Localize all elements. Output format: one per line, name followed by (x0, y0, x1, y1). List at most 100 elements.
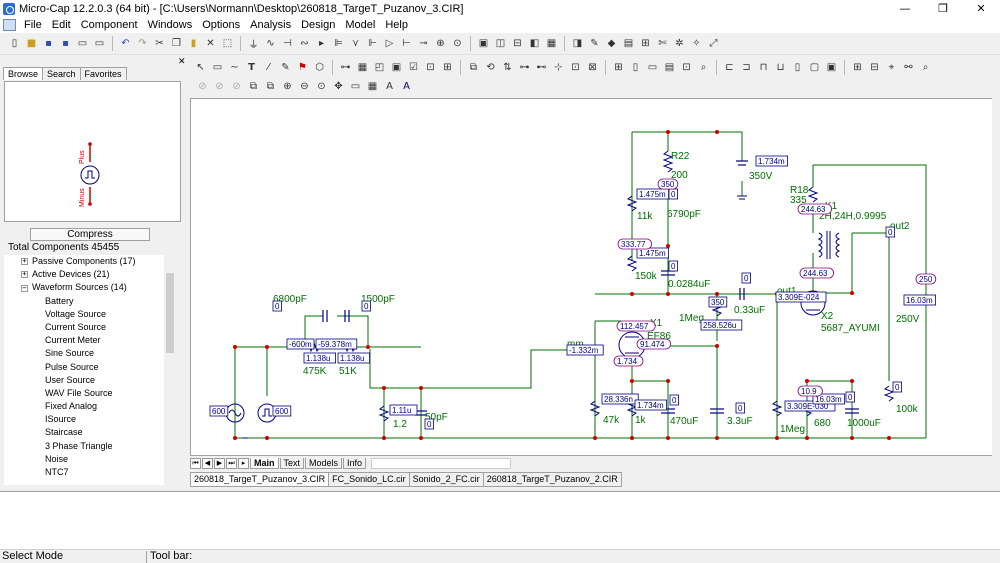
window-list-icon[interactable]: ▦ (545, 37, 559, 51)
component-editor-icon[interactable]: ✎ (588, 37, 602, 51)
collapse-icon[interactable]: − (21, 284, 28, 292)
page-icon[interactable]: ▯ (629, 60, 643, 74)
jfet-icon[interactable]: ⊢ (400, 37, 414, 51)
first-sheet-icon[interactable]: ⏮ (190, 457, 201, 469)
tree-item-current-meter[interactable]: Current Meter (4, 334, 176, 347)
align-left-icon[interactable]: ⊏ (723, 60, 737, 74)
binoculars-icon[interactable]: ⚯ (902, 60, 916, 74)
tree-item-user-source[interactable]: User Source (4, 374, 176, 387)
ungroup-icon[interactable]: ▣ (825, 60, 839, 74)
tab-browse[interactable]: Browse (3, 67, 44, 80)
component-mode-icon[interactable]: ▭ (211, 60, 225, 74)
tree-item-isource[interactable]: ISource (4, 413, 176, 426)
source-icon[interactable]: ⊕ (434, 37, 448, 51)
sheet-tab-models[interactable]: Models (305, 457, 343, 469)
font-icon[interactable]: A (383, 80, 397, 94)
pencil-icon[interactable]: ✎ (279, 60, 293, 74)
horizontal-scrollbar[interactable] (371, 457, 512, 469)
delete-icon[interactable]: ✕ (204, 37, 218, 51)
mosfet-icon[interactable]: ⊩ (366, 37, 380, 51)
schematic-drawing[interactable]: R22 200 350V R18 335 K1 2H,24H,0.9995 ou… (191, 99, 993, 456)
select-mode-icon[interactable]: ↖ (194, 60, 208, 74)
diode-icon[interactable]: ▸ (315, 37, 329, 51)
attribute-icon[interactable]: ⊡ (424, 60, 438, 74)
file-tab-fc-sonido-lc[interactable]: FC_Sonido_LC.cir (328, 472, 410, 487)
zoom-page-icon[interactable]: ⊡ (680, 60, 694, 74)
tree-item-waveform-sources[interactable]: − Waveform Sources (14) (4, 281, 176, 294)
tree-scrollbar[interactable] (164, 255, 176, 485)
tree-item-pulse-source[interactable]: Pulse Source (4, 361, 176, 374)
align-right-icon[interactable]: ⊐ (740, 60, 754, 74)
scrollbar-thumb[interactable] (166, 273, 174, 353)
add-sheet-icon[interactable]: ▸ (238, 457, 249, 469)
new-file-icon[interactable]: ▯ (8, 37, 22, 51)
tree-item-sine-source[interactable]: Sine Source (4, 347, 176, 360)
menu-component[interactable]: Component (76, 19, 143, 31)
info-icon[interactable]: ⊞ (851, 60, 865, 74)
tree-item-noise[interactable]: Noise (4, 453, 176, 466)
pan-icon[interactable]: ✥ (332, 80, 346, 94)
expand-icon[interactable]: + (21, 271, 28, 279)
redo-icon[interactable]: ↷ (136, 37, 150, 51)
window-tile-h-icon[interactable]: ⊟ (511, 37, 525, 51)
minimize-button[interactable]: — (886, 0, 924, 17)
page-list-icon[interactable]: ▤ (663, 60, 677, 74)
last-sheet-icon[interactable]: ⏭ (226, 457, 237, 469)
file-tab-puzanov-3[interactable]: 260818_TargeT_Puzanov_3.CIR (190, 472, 330, 487)
capacitor-icon[interactable]: ⊣ (281, 37, 295, 51)
copy-icon[interactable]: ❐ (170, 37, 184, 51)
conditions-icon[interactable]: ⊡ (569, 60, 583, 74)
panel-close-icon[interactable]: ✕ (178, 56, 186, 67)
border-icon[interactable]: ◰ (373, 60, 387, 74)
tree-item-ntc7[interactable]: NTC7 (4, 466, 176, 479)
tree-item-3-phase-triangle[interactable]: 3 Phase Triangle (4, 440, 176, 453)
window-cascade-icon[interactable]: ▣ (477, 37, 491, 51)
tree-item-battery[interactable]: Battery (4, 295, 176, 308)
ground-icon[interactable]: ⏚ (247, 37, 261, 51)
component-tree[interactable]: + Passive Components (17) + Active Devices… (4, 255, 176, 485)
tool-gear-icon[interactable]: ✲ (673, 37, 687, 51)
tree-item-active-devices[interactable]: + Active Devices (21) (4, 268, 176, 281)
probe-icon[interactable]: ⌖ (885, 60, 899, 74)
menu-file[interactable]: File (19, 19, 47, 31)
zoom-in-icon[interactable]: ⊕ (281, 80, 295, 94)
node-numbers-icon[interactable]: ⊶ (339, 60, 353, 74)
menu-options[interactable]: Options (197, 19, 245, 31)
menu-analysis[interactable]: Analysis (245, 19, 296, 31)
grid-snap-icon[interactable]: ⊞ (612, 60, 626, 74)
display-icon[interactable]: ▭ (349, 80, 363, 94)
tab-search[interactable]: Search (42, 67, 81, 80)
flag-icon[interactable]: ⚑ (296, 60, 310, 74)
mirror-icon[interactable]: ⧉ (467, 60, 481, 74)
prev-sheet-icon[interactable]: ◀ (202, 457, 213, 469)
tree-item-current-source[interactable]: Current Source (4, 321, 176, 334)
paste-icon[interactable]: ▮ (187, 37, 201, 51)
compress-button[interactable]: Compress (30, 228, 150, 241)
shape-editor-icon[interactable]: ◆ (605, 37, 619, 51)
pulse-source-icon[interactable]: ⊙ (451, 37, 465, 51)
grid-icon[interactable]: ▦ (356, 60, 370, 74)
tool-export-icon[interactable]: ⤢ (707, 37, 721, 51)
menu-windows[interactable]: Windows (143, 19, 198, 31)
node-voltages-icon[interactable]: ⊶ (518, 60, 532, 74)
save-all-icon[interactable]: ▪ (59, 37, 73, 51)
schematic-canvas[interactable]: R22 200 350V R18 335 K1 2H,24H,0.9995 ou… (190, 98, 993, 456)
close-button[interactable]: ✕ (962, 0, 1000, 17)
font-color-icon[interactable]: A (400, 80, 414, 94)
tab-favorites[interactable]: Favorites (79, 67, 127, 80)
zoom-out-icon[interactable]: ⊖ (298, 80, 312, 94)
power-icon[interactable]: ⊹ (552, 60, 566, 74)
text-mode-icon[interactable]: T (245, 60, 259, 74)
tree-item-staircase[interactable]: Staircase (4, 426, 176, 439)
model-editor-icon[interactable]: ⊞ (639, 37, 653, 51)
output-pane[interactable] (0, 491, 1000, 549)
switch-icon[interactable]: ⊸ (417, 37, 431, 51)
menu-help[interactable]: Help (380, 19, 413, 31)
zoom-fit-icon[interactable]: ⊙ (315, 80, 329, 94)
distribute-icon[interactable]: ▯ (791, 60, 805, 74)
expand-icon[interactable]: + (21, 258, 28, 266)
title-block-icon[interactable]: ▣ (390, 60, 404, 74)
inductor-icon[interactable]: ∾ (298, 37, 312, 51)
document-icon[interactable] (3, 19, 16, 31)
pin-connections-icon[interactable]: ⊠ (586, 60, 600, 74)
